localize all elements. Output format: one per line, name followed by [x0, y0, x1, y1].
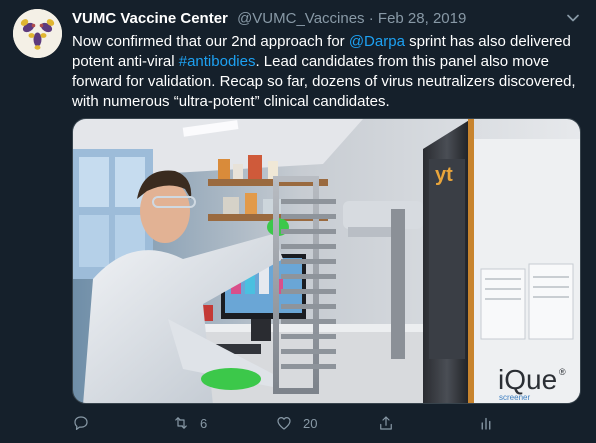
display-name[interactable]: VUMC Vaccine Center [72, 10, 228, 27]
chevron-down-icon[interactable] [566, 11, 580, 25]
avatar[interactable] [13, 9, 62, 58]
mention-link[interactable]: @Darpa [349, 33, 405, 50]
ique-registered-mark: ® [559, 367, 566, 377]
hashtag-link[interactable]: #antibodies [179, 53, 256, 70]
heart-icon [277, 417, 291, 430]
analytics-icon [481, 417, 491, 430]
handle[interactable]: @VUMC_Vaccines [237, 10, 365, 27]
action-bar: 6 20 [72, 412, 502, 436]
analytics-button[interactable] [477, 412, 495, 434]
ique-logo: iQue [498, 364, 557, 395]
like-button[interactable]: 20 [275, 412, 317, 434]
separator: · [364, 10, 378, 27]
retweet-button[interactable]: 6 [172, 412, 207, 434]
tweet-text-part: Now confirmed that our 2nd approach for [72, 33, 349, 50]
tweet-text: Now confirmed that our 2nd approach for … [72, 32, 587, 112]
like-count: 20 [303, 415, 318, 431]
reply-icon [74, 416, 88, 430]
lab-photo: yt iQue ® screener [73, 119, 580, 403]
tweet-header: VUMC Vaccine Center @VUMC_Vaccines · Feb… [72, 9, 576, 29]
retweet-icon [175, 417, 187, 429]
share-icon [380, 416, 392, 430]
reply-button[interactable] [72, 412, 90, 434]
tweet-photo[interactable]: yt iQue ® screener [72, 118, 581, 404]
tweet[interactable]: VUMC Vaccine Center @VUMC_Vaccines · Feb… [0, 0, 596, 443]
timestamp[interactable]: Feb 28, 2019 [378, 10, 466, 27]
tower-mark: yt [435, 164, 453, 186]
retweet-count: 6 [200, 415, 208, 431]
avatar-image [13, 9, 62, 58]
ique-sublabel: screener [499, 393, 530, 402]
share-button[interactable] [377, 412, 395, 434]
